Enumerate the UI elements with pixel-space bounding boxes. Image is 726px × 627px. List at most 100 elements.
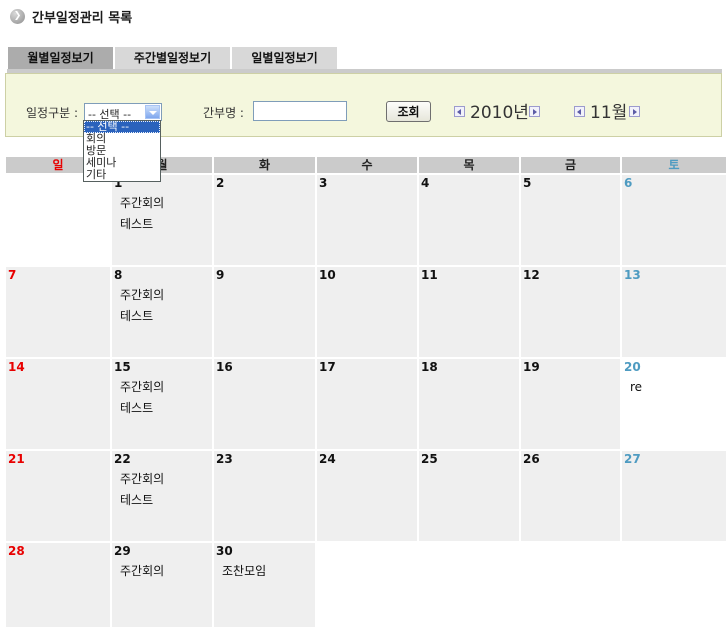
calendar-cell[interactable]: 10 xyxy=(317,267,417,357)
day-number[interactable]: 14 xyxy=(6,359,110,374)
day-header: 토 xyxy=(622,157,726,173)
calendar-entry[interactable]: 주간회의 xyxy=(112,377,212,398)
calendar-cell[interactable]: 14 xyxy=(6,359,110,449)
calendar-entry[interactable]: 주간회의 xyxy=(112,285,212,306)
calendar-cell[interactable]: 16 xyxy=(214,359,315,449)
prev-month-button[interactable] xyxy=(574,106,585,117)
calendar-grid: 일월화수목금토1주간회의테스트2345678주간회의테스트91011121314… xyxy=(6,157,726,627)
day-number[interactable]: 16 xyxy=(214,359,315,374)
calendar-cell[interactable]: 1주간회의테스트 xyxy=(112,175,212,265)
day-header: 수 xyxy=(317,157,417,173)
day-number[interactable]: 15 xyxy=(112,359,212,374)
calendar-cell[interactable]: 3 xyxy=(317,175,417,265)
calendar-cell[interactable]: 20 re xyxy=(622,359,726,449)
day-number[interactable]: 11 xyxy=(419,267,519,282)
day-number[interactable]: 28 xyxy=(6,543,110,558)
entry-list: 주간회의테스트 xyxy=(112,193,212,235)
entry-list: 주간회의 xyxy=(112,561,212,582)
day-number[interactable]: 2 xyxy=(214,175,315,190)
calendar-cell[interactable]: 27 xyxy=(622,451,726,541)
calendar-cell[interactable]: 7 xyxy=(6,267,110,357)
category-option[interactable]: 기타 xyxy=(84,169,160,181)
calendar-cell[interactable]: 21 xyxy=(6,451,110,541)
calendar-cell[interactable]: 12 xyxy=(521,267,620,357)
dropdown-arrow-icon[interactable] xyxy=(145,105,160,119)
calendar-cell-empty xyxy=(419,543,519,627)
tab-bar: 월별일정보기 주간별일정보기 일별일정보기 xyxy=(8,47,337,69)
calendar-cell[interactable]: 9 xyxy=(214,267,315,357)
calendar-cell[interactable]: 29 주간회의 xyxy=(112,543,212,627)
entry-list: 조찬모임 xyxy=(214,561,315,582)
day-number[interactable]: 12 xyxy=(521,267,620,282)
calendar-entry[interactable]: re xyxy=(622,377,726,398)
tab-weekly-view[interactable]: 주간별일정보기 xyxy=(115,47,230,69)
category-label: 일정구분 : xyxy=(26,104,78,121)
calendar-cell[interactable]: 22 주간회의테스트 xyxy=(112,451,212,541)
executive-name-input[interactable] xyxy=(253,101,347,121)
calendar-entry[interactable]: 테스트 xyxy=(112,214,212,235)
day-number[interactable]: 9 xyxy=(214,267,315,282)
day-number[interactable]: 22 xyxy=(112,451,212,466)
calendar-cell[interactable]: 11 xyxy=(419,267,519,357)
day-number[interactable]: 19 xyxy=(521,359,620,374)
day-number[interactable]: 24 xyxy=(317,451,417,466)
calendar-cell[interactable]: 23 xyxy=(214,451,315,541)
calendar-cell[interactable]: 18 xyxy=(419,359,519,449)
calendar-cell[interactable]: 19 xyxy=(521,359,620,449)
tab-monthly-view[interactable]: 월별일정보기 xyxy=(8,47,113,69)
day-header: 금 xyxy=(521,157,620,173)
calendar-cell[interactable]: 6 xyxy=(622,175,726,265)
day-number[interactable]: 23 xyxy=(214,451,315,466)
day-number[interactable]: 27 xyxy=(622,451,726,466)
day-number[interactable]: 18 xyxy=(419,359,519,374)
calendar-cell[interactable]: 4 xyxy=(419,175,519,265)
entry-list: 주간회의테스트 xyxy=(112,377,212,419)
calendar-entry[interactable]: 주간회의 xyxy=(112,561,212,582)
day-number[interactable]: 26 xyxy=(521,451,620,466)
category-dropdown-list: -- 선택 --회의방문세미나기타 xyxy=(83,120,161,182)
day-number[interactable]: 8 xyxy=(112,267,212,282)
prev-year-button[interactable] xyxy=(454,106,465,117)
day-header: 화 xyxy=(214,157,315,173)
day-number[interactable]: 6 xyxy=(622,175,726,190)
day-number[interactable]: 10 xyxy=(317,267,417,282)
calendar-cell[interactable]: 13 xyxy=(622,267,726,357)
day-number[interactable]: 4 xyxy=(419,175,519,190)
calendar-entry[interactable]: 주간회의 xyxy=(112,469,212,490)
day-number[interactable]: 7 xyxy=(6,267,110,282)
title-row: ❯ 간부일정관리 목록 xyxy=(10,7,132,25)
calendar-entry[interactable]: 주간회의 xyxy=(112,193,212,214)
calendar-entry[interactable]: 테스트 xyxy=(112,306,212,327)
calendar-cell[interactable]: 17 xyxy=(317,359,417,449)
day-number[interactable]: 29 xyxy=(112,543,212,558)
calendar-cell[interactable]: 24 xyxy=(317,451,417,541)
page-title: 간부일정관리 목록 xyxy=(32,7,132,26)
category-select[interactable]: -- 선택 -- xyxy=(84,103,162,121)
calendar-cell-empty xyxy=(521,543,620,627)
calendar-cell[interactable]: 5 xyxy=(521,175,620,265)
calendar-cell[interactable]: 2 xyxy=(214,175,315,265)
calendar-cell[interactable]: 30 조찬모임 xyxy=(214,543,315,627)
day-number[interactable]: 30 xyxy=(214,543,315,558)
calendar-entry[interactable]: 테스트 xyxy=(112,398,212,419)
calendar-cell[interactable]: 8 주간회의테스트 xyxy=(112,267,212,357)
day-number[interactable]: 21 xyxy=(6,451,110,466)
calendar-cell[interactable]: 28 xyxy=(6,543,110,627)
day-number[interactable]: 20 xyxy=(622,359,726,374)
calendar-cell[interactable]: 26 xyxy=(521,451,620,541)
day-number[interactable]: 17 xyxy=(317,359,417,374)
calendar-entry[interactable]: 조찬모임 xyxy=(214,561,315,582)
tab-daily-view[interactable]: 일별일정보기 xyxy=(232,47,337,69)
entry-list: 주간회의테스트 xyxy=(112,469,212,511)
next-month-button[interactable] xyxy=(629,106,640,117)
next-year-button[interactable] xyxy=(529,106,540,117)
day-number[interactable]: 13 xyxy=(622,267,726,282)
calendar-entry[interactable]: 테스트 xyxy=(112,490,212,511)
search-button[interactable]: 조회 xyxy=(386,101,431,122)
calendar-cell[interactable]: 15 주간회의테스트 xyxy=(112,359,212,449)
day-number[interactable]: 3 xyxy=(317,175,417,190)
year-display: 2010년 xyxy=(470,98,529,123)
day-number[interactable]: 5 xyxy=(521,175,620,190)
calendar-cell[interactable]: 25 xyxy=(419,451,519,541)
day-number[interactable]: 25 xyxy=(419,451,519,466)
